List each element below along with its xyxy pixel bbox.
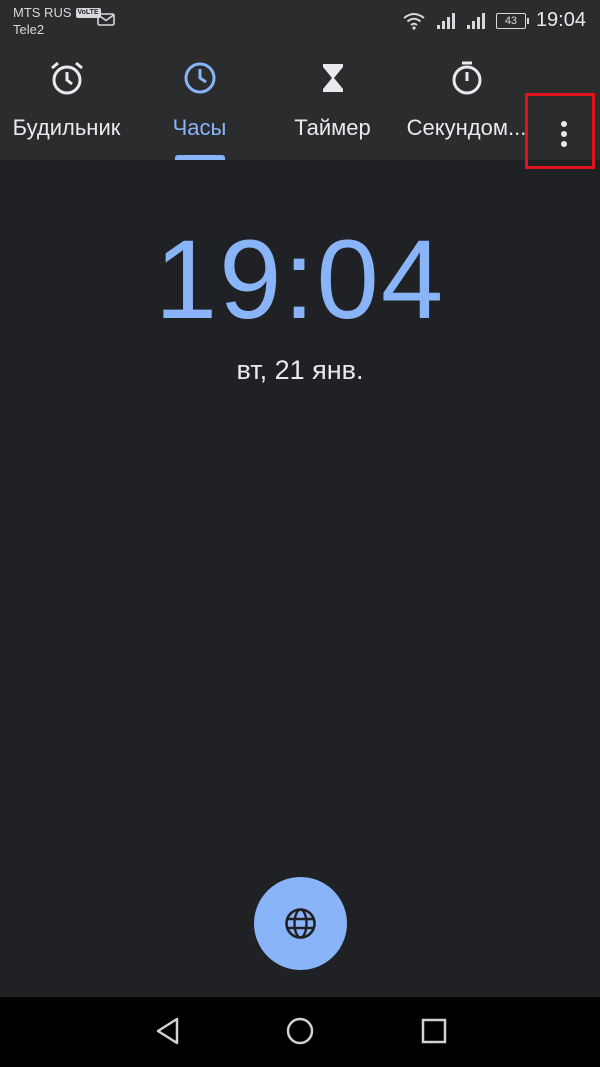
- globe-icon: [285, 908, 316, 939]
- status-bar: MTS RUS VoLTE Tele2 43 19:04: [0, 0, 600, 46]
- carrier-1: MTS RUS: [13, 5, 72, 20]
- alarm-icon: [50, 61, 83, 95]
- hourglass-icon: [322, 64, 343, 92]
- navigation-bar: [0, 997, 600, 1067]
- clock-time: 19:04: [154, 217, 446, 342]
- tab-stopwatch[interactable]: Секундом...: [399, 46, 534, 160]
- more-options-button[interactable]: [525, 93, 595, 169]
- carrier-info: MTS RUS VoLTE Tele2: [13, 4, 101, 38]
- tab-bar: Будильник Часы Таймер Секундом...: [0, 46, 600, 169]
- wifi-icon: [403, 12, 425, 30]
- tab-timer[interactable]: Таймер: [266, 46, 399, 160]
- status-time: 19:04: [535, 9, 586, 31]
- home-icon[interactable]: [284, 1015, 316, 1047]
- world-clock-button[interactable]: [254, 877, 347, 970]
- clock-icon: [184, 62, 215, 94]
- tab-alarm[interactable]: Будильник: [0, 46, 133, 160]
- carrier-2: Tele2: [13, 22, 45, 37]
- tab-clock[interactable]: Часы: [133, 46, 266, 160]
- clock-date: вт, 21 янв.: [236, 355, 364, 385]
- signal-icon-2: [466, 12, 485, 29]
- recents-icon[interactable]: [419, 1015, 449, 1047]
- active-tab-indicator: [175, 155, 225, 160]
- tab-stopwatch-label: Секундом...: [406, 115, 527, 140]
- signal-icon-1: [436, 12, 455, 29]
- more-vert-icon: [561, 121, 567, 151]
- mail-icon: [97, 13, 115, 26]
- back-icon[interactable]: [153, 1015, 183, 1047]
- tab-timer-label: Таймер: [294, 115, 371, 140]
- battery-icon: 43: [495, 12, 529, 29]
- tab-clock-label: Часы: [172, 115, 227, 140]
- tab-alarm-label: Будильник: [12, 115, 121, 140]
- stopwatch-icon: [452, 61, 481, 95]
